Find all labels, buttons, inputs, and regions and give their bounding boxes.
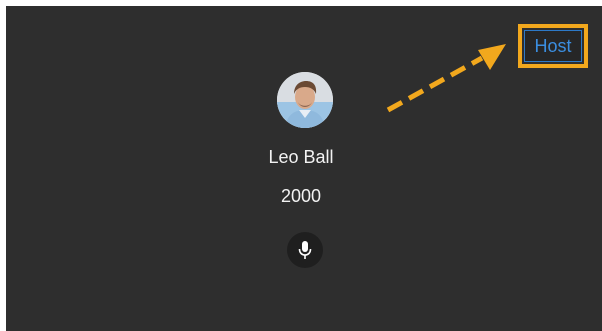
annotation-arrow [386, 44, 506, 113]
conference-frame: Leo Ball 2000 Host [0, 0, 602, 331]
